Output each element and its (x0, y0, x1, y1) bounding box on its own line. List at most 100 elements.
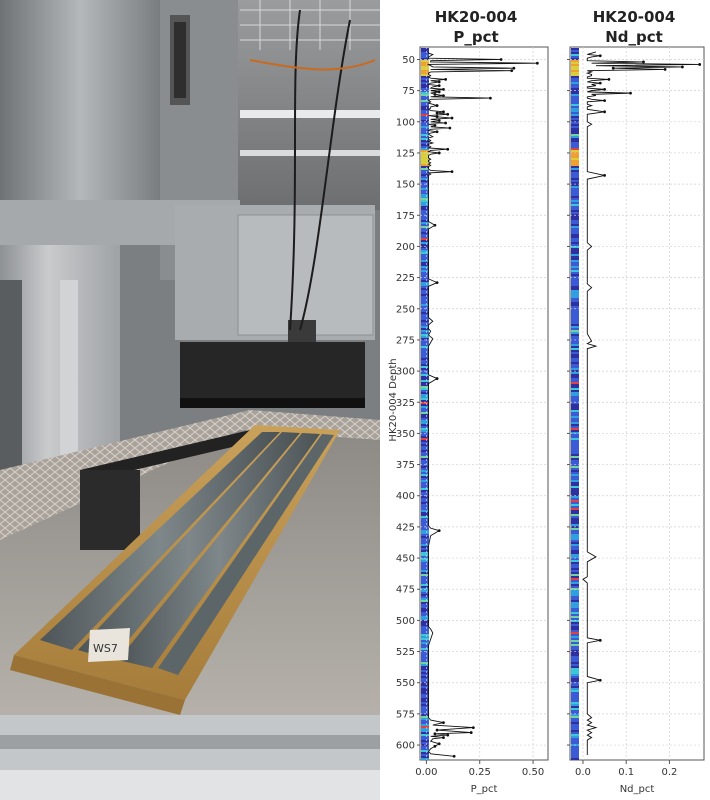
strip-band (421, 476, 429, 478)
data-point (680, 65, 684, 69)
strip-band (421, 180, 429, 182)
strip-band (571, 410, 579, 412)
strip-band (421, 528, 429, 530)
strip-band (571, 250, 579, 252)
strip-band (571, 722, 579, 724)
strip-band (421, 722, 429, 724)
strip-band (571, 524, 579, 526)
strip-band (571, 256, 579, 258)
strip-band (421, 340, 429, 342)
data-point (512, 66, 516, 70)
strip-band (571, 664, 579, 666)
strip-band (421, 750, 429, 752)
strip-band (421, 700, 429, 702)
strip-band (421, 270, 429, 272)
data-point (435, 728, 439, 732)
strip-band (571, 704, 579, 706)
strip-band (571, 354, 579, 356)
strip-band (571, 114, 579, 116)
strip-band (421, 318, 429, 320)
strip-band (571, 612, 579, 614)
strip-band (571, 720, 579, 722)
strip-band (571, 112, 579, 114)
strip-band (571, 470, 579, 472)
strip-band (571, 390, 579, 392)
strip-band (421, 642, 429, 644)
strip-band (571, 536, 579, 538)
strip-band (421, 428, 429, 430)
strip-band (421, 292, 429, 294)
strip-band (421, 160, 429, 162)
strip-band (421, 618, 429, 620)
strip-band (571, 132, 579, 134)
depth-tick-label: 50 (402, 55, 415, 66)
data-point (442, 721, 445, 725)
strip-band (421, 724, 429, 726)
strip-band (421, 256, 429, 258)
data-point (435, 281, 439, 284)
strip-band (421, 208, 429, 210)
strip-band (421, 406, 429, 408)
strip-band (571, 514, 579, 516)
depth-tick-label: 300 (396, 367, 415, 378)
strip-band (421, 582, 429, 584)
strip-band (571, 710, 579, 712)
strip-band (571, 122, 579, 124)
data-point (598, 678, 602, 682)
strip-band (421, 368, 429, 370)
strip-band (421, 226, 429, 228)
strip-band (421, 488, 429, 490)
strip-band (571, 528, 579, 530)
strip-band (571, 398, 579, 400)
strip-band (421, 262, 429, 264)
strip-band (421, 568, 429, 570)
strip-band (421, 746, 429, 748)
data-point (642, 60, 645, 64)
strip-band (421, 634, 429, 636)
strip-band (421, 718, 429, 720)
strip-band (421, 186, 429, 188)
data-point (437, 84, 441, 88)
strip-band (421, 484, 429, 486)
data-point (437, 119, 441, 122)
strip-band (421, 570, 429, 572)
strip-band (571, 738, 579, 740)
strip-band (571, 94, 579, 96)
strip-band (571, 286, 579, 288)
strip-band (571, 62, 579, 64)
strip-band (421, 530, 429, 532)
strip-band (421, 290, 429, 292)
strip-band (571, 268, 579, 270)
strip-band (571, 346, 579, 348)
strip-band (421, 456, 429, 458)
strip-band (571, 258, 579, 260)
strip-band (421, 54, 429, 56)
strip-band (571, 638, 579, 640)
data-point (450, 116, 454, 120)
strip-band (421, 230, 429, 232)
strip-band (421, 448, 429, 450)
strip-band (571, 520, 579, 522)
strip-band (421, 462, 429, 464)
strip-band (421, 728, 429, 730)
nd-panel-title-line2: Nd_pct (605, 28, 663, 46)
data-point (603, 99, 606, 102)
strip-band (571, 544, 579, 546)
strip-band (421, 322, 429, 324)
data-point (435, 377, 439, 380)
strip-band (421, 730, 429, 732)
data-point (433, 92, 437, 96)
strip-band (571, 352, 579, 354)
strip-band (421, 52, 429, 54)
strip-band (571, 448, 579, 450)
strip-band (571, 202, 579, 204)
strip-band (421, 624, 429, 626)
strip-band (571, 298, 579, 300)
strip-band (421, 158, 429, 160)
strip-band (571, 328, 579, 330)
depth-tick-label: 500 (396, 616, 415, 627)
strip-band (571, 296, 579, 298)
strip-band (421, 296, 429, 298)
strip-band (571, 478, 579, 480)
strip-band (421, 548, 429, 550)
